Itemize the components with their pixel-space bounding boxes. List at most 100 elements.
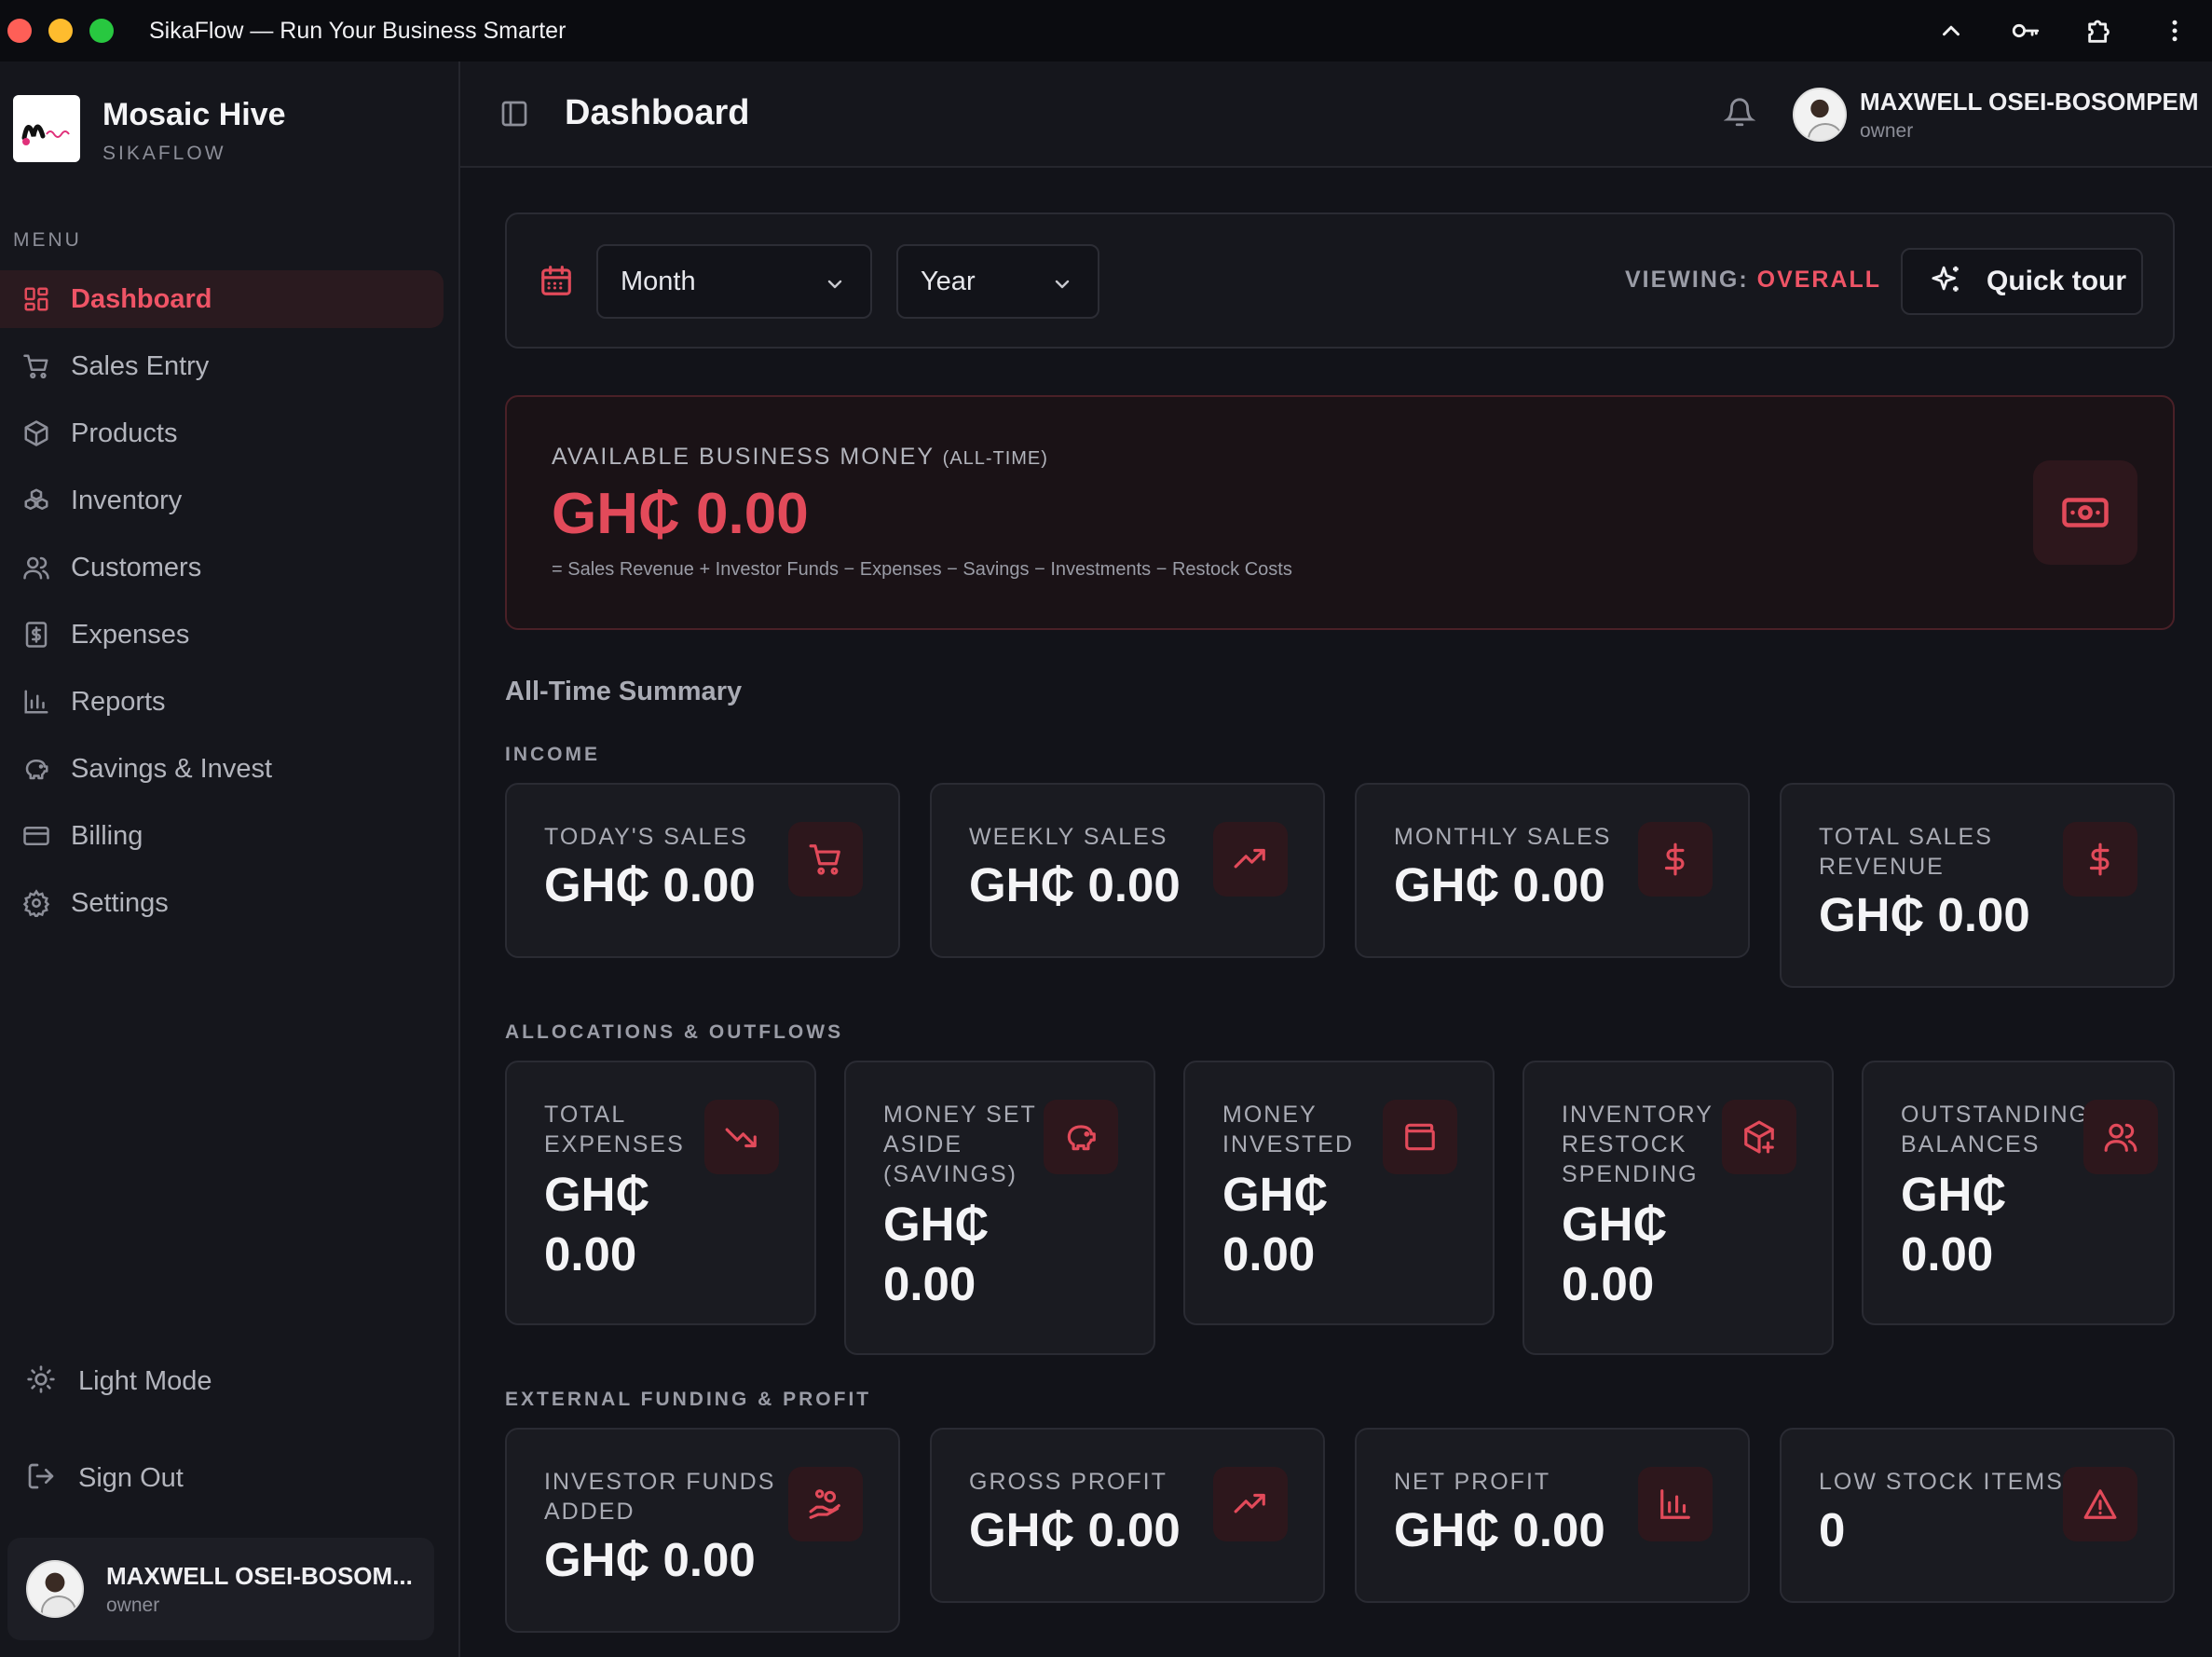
month-select[interactable]: Month — [596, 244, 872, 319]
header: Dashboard MAXWELL OSEI-BOSOMPEM owner — [460, 62, 2212, 168]
sidebar-item-savings-invest[interactable]: Savings & Invest — [0, 740, 444, 798]
chevron-down-icon — [1051, 272, 1073, 303]
stat-card-monthly-sales: MONTHLY SALES GH₵ 0.00 — [1355, 783, 1750, 958]
key-icon[interactable] — [1988, 0, 2063, 62]
stat-value: GH₵ 0.00 — [1394, 858, 1605, 911]
sidebar-item-customers[interactable]: Customers — [0, 539, 444, 596]
stat-card-money-set-aside: MONEY SET ASIDE (SAVINGS) GH₵ 0.00 — [844, 1061, 1155, 1355]
stat-card-money-invested: MONEY INVESTED GH₵ 0.00 — [1183, 1061, 1495, 1325]
year-select[interactable]: Year — [896, 244, 1099, 319]
sidebar-item-dashboard[interactable]: Dashboard — [0, 270, 444, 328]
package-plus-icon — [1722, 1100, 1796, 1174]
piggy-bank-icon — [1044, 1100, 1118, 1174]
sidebar-item-products[interactable]: Products — [0, 404, 444, 462]
stat-label: TOTAL EXPENSES — [544, 1102, 685, 1157]
maximize-window-button[interactable] — [89, 19, 114, 43]
sidebar-item-expenses[interactable]: Expenses — [0, 606, 444, 664]
quick-tour-label: Quick tour — [1987, 266, 2127, 296]
sidebar-item-settings[interactable]: Settings — [0, 874, 444, 932]
sidebar-item-billing[interactable]: Billing — [0, 807, 444, 865]
quick-tour-button[interactable]: Quick tour — [1901, 248, 2143, 315]
banknote-icon — [2033, 460, 2137, 565]
sign-out-button[interactable]: Sign Out — [26, 1461, 184, 1496]
stat-card-outstanding-balances: OUTSTANDING BALANCES GH₵ 0.00 — [1862, 1061, 2175, 1325]
filter-bar: Month Year VIEWING: OVERALL Quick tour — [505, 212, 2175, 349]
header-user[interactable]: MAXWELL OSEI-BOSOMPEM owner — [1860, 88, 2199, 143]
stat-card-low-stock-items: LOW STOCK ITEMS 0 — [1780, 1428, 2175, 1603]
income-label: INCOME — [505, 744, 600, 765]
chevron-down-icon — [824, 272, 846, 303]
funding-label: EXTERNAL FUNDING & PROFIT — [505, 1389, 872, 1410]
light-mode-toggle[interactable]: Light Mode — [26, 1364, 212, 1399]
available-money-value: GH₵ 0.00 — [552, 482, 809, 546]
trending-down-icon — [704, 1100, 779, 1174]
stat-card-inventory-restock: INVENTORY RESTOCK SPENDING GH₵ 0.00 — [1522, 1061, 1834, 1355]
month-select-value: Month — [621, 266, 696, 296]
stat-label: INVESTOR FUNDS ADDED — [544, 1469, 776, 1525]
more-menu-icon[interactable] — [2137, 0, 2212, 62]
box-icon — [20, 418, 52, 449]
brand-logo — [13, 95, 80, 162]
hand-coins-icon — [788, 1467, 863, 1541]
calendar-icon — [539, 263, 574, 303]
brand[interactable]: Mosaic Hive SIKAFLOW — [13, 95, 286, 165]
viewing-label: VIEWING: — [1625, 267, 1749, 293]
stat-label: MONEY INVESTED — [1222, 1102, 1355, 1157]
sidebar: Mosaic Hive SIKAFLOW MENU Dashboard Sale… — [0, 62, 460, 1657]
bell-icon[interactable] — [1723, 97, 1756, 133]
chevron-up-icon[interactable] — [1914, 0, 1988, 62]
trending-up-icon — [1213, 1467, 1288, 1541]
sidebar-item-sales-entry[interactable]: Sales Entry — [0, 337, 444, 395]
window-title: SikaFlow — Run Your Business Smarter — [149, 17, 567, 44]
cart-icon — [20, 350, 52, 382]
viewing-value: OVERALL — [1756, 267, 1882, 293]
light-mode-label: Light Mode — [78, 1366, 212, 1396]
avatar[interactable] — [1793, 88, 1847, 142]
stat-label: OUTSTANDING BALANCES — [1901, 1102, 2090, 1157]
sidebar-user-card[interactable]: MAXWELL OSEI-BOSOM... owner — [7, 1538, 434, 1640]
grid-icon — [20, 283, 52, 315]
wallet-icon — [1383, 1100, 1457, 1174]
boxes-icon — [20, 485, 52, 516]
stat-value: GH₵ 0.00 — [1222, 1168, 1329, 1280]
sidebar-item-label: Dashboard — [71, 283, 212, 314]
extensions-icon[interactable] — [2063, 0, 2137, 62]
stat-value: GH₵ 0.00 — [969, 858, 1181, 911]
window-controls — [7, 19, 114, 43]
main-content: Month Year VIEWING: OVERALL Quick tour A… — [460, 168, 2212, 1657]
sidebar-item-inventory[interactable]: Inventory — [0, 472, 444, 529]
brand-subtitle: SIKAFLOW — [102, 143, 226, 164]
brand-name: Mosaic Hive — [102, 97, 286, 132]
sidebar-toggle-icon[interactable] — [499, 99, 529, 133]
trending-up-icon — [1213, 822, 1288, 897]
stat-card-weekly-sales: WEEKLY SALES GH₵ 0.00 — [930, 783, 1325, 958]
stat-label: WEEKLY SALES — [969, 824, 1168, 850]
sparkles-icon — [1931, 264, 1962, 300]
stat-value: GH₵ 0.00 — [969, 1503, 1181, 1556]
sign-out-label: Sign Out — [78, 1463, 184, 1493]
menu-label: MENU — [13, 229, 82, 251]
stat-value: GH₵ 0.00 — [544, 1168, 650, 1280]
dollar-icon — [1638, 822, 1713, 897]
sidebar-item-label: Reports — [71, 686, 166, 717]
alert-triangle-icon — [2063, 1467, 2137, 1541]
stat-value: GH₵ 0.00 — [1901, 1168, 2007, 1280]
available-money-title: AVAILABLE BUSINESS MONEY — [552, 444, 935, 470]
page-title: Dashboard — [565, 93, 750, 132]
close-window-button[interactable] — [7, 19, 32, 43]
available-money-formula: = Sales Revenue + Investor Funds − Expen… — [552, 559, 1292, 580]
sidebar-item-label: Savings & Invest — [71, 753, 272, 784]
dollar-icon — [2063, 822, 2137, 897]
stat-card-todays-sales: TODAY'S SALES GH₵ 0.00 — [505, 783, 900, 958]
minimize-window-button[interactable] — [48, 19, 73, 43]
viewing-indicator: VIEWING: OVERALL — [1625, 267, 1881, 294]
stat-value: GH₵ 0.00 — [1394, 1503, 1605, 1556]
user-name: MAXWELL OSEI-BOSOMPEM — [1860, 88, 2199, 116]
sidebar-item-reports[interactable]: Reports — [0, 673, 444, 731]
summary-title: All-Time Summary — [505, 677, 743, 706]
stat-value: GH₵ 0.00 — [883, 1198, 990, 1310]
piggy-bank-icon — [20, 753, 52, 785]
cart-icon — [788, 822, 863, 897]
allocations-label: ALLOCATIONS & OUTFLOWS — [505, 1021, 844, 1043]
stat-value: GH₵ 0.00 — [544, 858, 756, 911]
